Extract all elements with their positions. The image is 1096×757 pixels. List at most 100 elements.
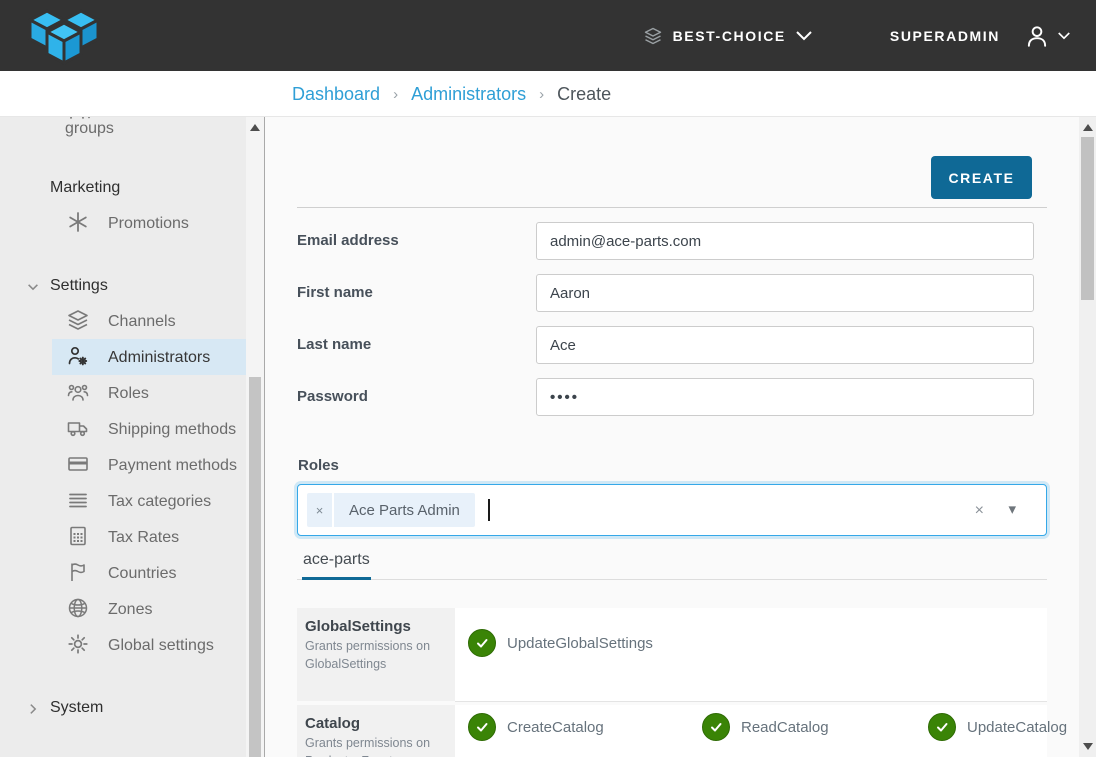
- sidebar-item-roles[interactable]: Roles: [52, 375, 246, 411]
- permission-label: UpdateGlobalSettings: [507, 635, 653, 652]
- sidebar-item-label: Tax Rates: [108, 529, 179, 546]
- chevron-down-icon: [26, 280, 40, 294]
- permission-group-description: Grants permissions on Products, Facets: [305, 735, 447, 757]
- chevron-down-icon: [796, 31, 812, 41]
- sidebar-item-label: Tax categories: [108, 493, 211, 510]
- shipping-methods-icon: [66, 416, 90, 440]
- permission-group-header: Catalog Grants permissions on Products, …: [297, 705, 455, 757]
- permission-item: UpdateGlobalSettings: [468, 629, 653, 657]
- permission-item: UpdateCatalog: [928, 713, 1067, 741]
- channels-icon: [66, 308, 90, 332]
- logo-cube-icon: [26, 5, 102, 66]
- sidebar-item-customer-groups[interactable]: groups: [0, 117, 246, 143]
- password-label: Password: [297, 378, 527, 416]
- email-field[interactable]: [536, 222, 1034, 260]
- channel-label: BEST-CHOICE: [673, 28, 786, 44]
- email-row: Email address: [297, 222, 1047, 260]
- sidebar-item-channels[interactable]: Channels: [52, 303, 246, 339]
- roles-icon: [66, 380, 90, 404]
- sidebar-section-marketing: Marketing: [0, 179, 246, 197]
- role-chip: × Ace Parts Admin: [307, 493, 475, 527]
- breadcrumb-separator: ›: [393, 86, 398, 103]
- tab-ace-parts[interactable]: ace-parts: [302, 545, 371, 580]
- check-circle-icon: [468, 713, 496, 741]
- sidebar-item-label: Roles: [108, 385, 149, 402]
- channel-tabs: ace-parts: [297, 545, 1047, 580]
- sidebar-item-tax-categories[interactable]: Tax categories: [52, 483, 246, 519]
- permission-item: ReadCatalog: [702, 713, 829, 741]
- sidebar-item-label: Shipping methods: [108, 421, 236, 438]
- app-logo[interactable]: [26, 5, 102, 66]
- permission-label: UpdateCatalog: [967, 719, 1067, 736]
- sidebar-scrollbar[interactable]: [246, 117, 264, 757]
- permission-group-header: GlobalSettings Grants permissions on Glo…: [297, 608, 455, 701]
- user-label: SUPERADMIN: [890, 28, 1000, 44]
- breadcrumb: Dashboard › Administrators › Create: [292, 71, 611, 117]
- check-circle-icon: [928, 713, 956, 741]
- sidebar-item-countries[interactable]: Countries: [52, 555, 246, 591]
- sidebar-item-label: Channels: [108, 313, 176, 330]
- sidebar-section-label: Settings: [50, 277, 108, 294]
- sidebar-item-payment-methods[interactable]: Payment methods: [52, 447, 246, 483]
- check-circle-icon: [702, 713, 730, 741]
- last-name-label: Last name: [297, 326, 527, 364]
- chevron-down-icon: [1058, 32, 1070, 40]
- check-circle-icon: [468, 629, 496, 657]
- permission-group-name: Catalog: [305, 715, 447, 732]
- text-cursor: [488, 499, 490, 521]
- select-clear-icon[interactable]: ×: [975, 501, 984, 521]
- scroll-up-arrow-icon[interactable]: [250, 124, 260, 131]
- main-scrollbar-thumb[interactable]: [1081, 137, 1094, 300]
- sidebar-section-system[interactable]: System: [0, 699, 246, 717]
- permission-group-description: Grants permissions on GlobalSettings: [305, 638, 447, 673]
- password-field[interactable]: [536, 378, 1034, 416]
- email-label: Email address: [297, 222, 527, 260]
- scroll-down-arrow-icon[interactable]: [1083, 743, 1093, 750]
- first-name-field[interactable]: [536, 274, 1034, 312]
- main-scrollbar[interactable]: [1079, 117, 1096, 757]
- channel-switcher[interactable]: BEST-CHOICE: [643, 26, 812, 46]
- create-button[interactable]: CREATE: [931, 156, 1032, 199]
- permission-label: CreateCatalog: [507, 719, 604, 736]
- sidebar-item-tax-rates[interactable]: Tax Rates: [52, 519, 246, 555]
- admin-screen: BEST-CHOICE SUPERADMIN Dashboard › Admin…: [0, 0, 1096, 757]
- sidebar-item-shipping-methods[interactable]: Shipping methods: [52, 411, 246, 447]
- sidebar-item-label: Countries: [108, 565, 176, 582]
- breadcrumb-dashboard[interactable]: Dashboard: [292, 84, 380, 105]
- sidebar-scrollbar-thumb[interactable]: [249, 377, 261, 757]
- scroll-up-arrow-icon[interactable]: [1083, 124, 1093, 131]
- breadcrumb-bar: Dashboard › Administrators › Create: [0, 71, 1096, 117]
- roles-label: Roles: [298, 457, 339, 474]
- sidebar-item-label: Global settings: [108, 637, 214, 654]
- password-row: Password: [297, 378, 1047, 416]
- sidebar-nav: groups Marketing Promotions Settings Cha…: [0, 117, 246, 757]
- user-menu[interactable]: SUPERADMIN: [890, 23, 1070, 49]
- roles-select[interactable]: × Ace Parts Admin × ▾: [297, 484, 1047, 536]
- permission-group-name: GlobalSettings: [305, 618, 447, 635]
- chip-remove-icon[interactable]: ×: [307, 493, 334, 527]
- row-divider: [455, 701, 1047, 702]
- permission-row-globalsettings: GlobalSettings Grants permissions on Glo…: [297, 608, 1047, 701]
- chevron-right-icon: [26, 702, 40, 716]
- sidebar-section-settings[interactable]: Settings: [0, 277, 246, 295]
- sidebar-item-label: groups: [65, 120, 114, 138]
- permission-label: ReadCatalog: [741, 719, 829, 736]
- sidebar-section-label: System: [50, 699, 103, 716]
- sidebar-item-label: Zones: [108, 601, 152, 618]
- app-header: BEST-CHOICE SUPERADMIN: [0, 0, 1096, 71]
- role-chip-label: Ace Parts Admin: [334, 493, 475, 527]
- sidebar-item-global-settings[interactable]: Global settings: [52, 627, 246, 663]
- sidebar-item-label: Promotions: [108, 215, 189, 232]
- last-name-row: Last name: [297, 326, 1047, 364]
- layers-icon: [643, 26, 663, 46]
- sidebar-item-administrators[interactable]: Administrators: [52, 339, 246, 375]
- select-caret-icon[interactable]: ▾: [1008, 500, 1016, 518]
- tax-categories-icon: [66, 488, 90, 512]
- breadcrumb-administrators[interactable]: Administrators: [411, 84, 526, 105]
- administrators-icon: [66, 344, 90, 368]
- last-name-field[interactable]: [536, 326, 1034, 364]
- sidebar-item-zones[interactable]: Zones: [52, 591, 246, 627]
- create-administrator-panel: CREATE Email address First name Last nam…: [265, 117, 1079, 757]
- sidebar-item-promotions[interactable]: Promotions: [52, 205, 246, 241]
- countries-icon: [66, 560, 90, 584]
